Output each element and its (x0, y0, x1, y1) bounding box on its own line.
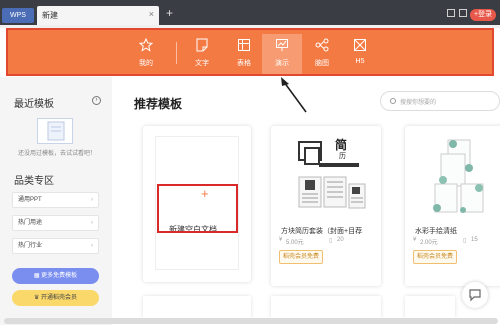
chevron-right-icon: › (91, 220, 93, 226)
member-free-badge: 稻壳会员免费 (279, 250, 323, 264)
membership-label: 开通稻壳会员 (41, 295, 78, 301)
free-templates-label: 更多免费模板 (41, 273, 78, 279)
category-item[interactable]: 通用PPT › (12, 192, 99, 208)
page-title: 推荐模板 (134, 97, 183, 111)
empty-hint: 还没用过模板，去试试看吧！ (18, 151, 97, 157)
template-name: 水彩手绘清纸 (415, 228, 457, 235)
template-card-partial[interactable] (405, 296, 455, 318)
free-templates-button[interactable]: ▦ 更多免费模板 (12, 268, 99, 284)
template-thumbnail (413, 132, 499, 224)
member-free-badge: 稻壳会员免费 (413, 250, 457, 264)
highlight-box (157, 184, 238, 233)
recent-templates-title: 最近模板 (14, 99, 54, 110)
chat-button[interactable] (462, 282, 488, 308)
chat-bubble-icon (469, 289, 481, 302)
category-title: 品类专区 (14, 176, 54, 187)
search-icon (390, 98, 396, 104)
search-input[interactable]: 搜搜你想要的 (380, 91, 500, 111)
crown-icon: ♛ (33, 295, 42, 301)
empty-illustration (37, 118, 73, 144)
price-icon: ¥ (279, 237, 283, 243)
category-item[interactable]: 热门行业 › (12, 238, 99, 254)
category-item[interactable]: 热门用途 › (12, 215, 99, 231)
search-placeholder: 搜搜你想要的 (400, 100, 437, 106)
category-label: 热门行业 (18, 243, 43, 249)
horizontal-scrollbar[interactable] (4, 318, 498, 324)
price-icon: ¥ (413, 237, 417, 243)
download-icon: ▯ (329, 238, 333, 244)
template-card-partial[interactable] (271, 296, 381, 318)
template-price: 5.00元 (286, 240, 304, 246)
template-name: 方块简历套装（封面+目荐 (281, 228, 363, 235)
template-card[interactable]: 水彩手绘清纸 ¥ 2.00元 ▯ 15 稻壳会员免费 (405, 126, 500, 286)
membership-button[interactable]: ♛ 开通稻壳会员 (12, 290, 99, 306)
chevron-right-icon: › (91, 197, 93, 203)
template-thumbnail (279, 132, 373, 224)
sidebar: 最近模板 › 还没用过模板，去试试看吧！ 品类专区 通用PPT › 热门用途 ›… (0, 77, 112, 325)
template-downloads: 20 (337, 237, 344, 243)
template-price: 2.00元 (420, 240, 438, 246)
template-card[interactable]: 简 历 方块简历套装（封面+目荐 ¥ 5.00元 ▯ 20 稻壳会员免费 (271, 126, 381, 286)
download-icon: ▯ (463, 238, 467, 244)
category-label: 通用PPT (18, 197, 42, 203)
template-card-partial[interactable] (143, 296, 251, 318)
chevron-right-icon: › (91, 243, 93, 249)
category-label: 热门用途 (18, 220, 43, 226)
template-subheading: 历 (339, 153, 346, 160)
arrow-right-icon[interactable]: › (92, 96, 101, 105)
template-downloads: 15 (471, 237, 478, 243)
